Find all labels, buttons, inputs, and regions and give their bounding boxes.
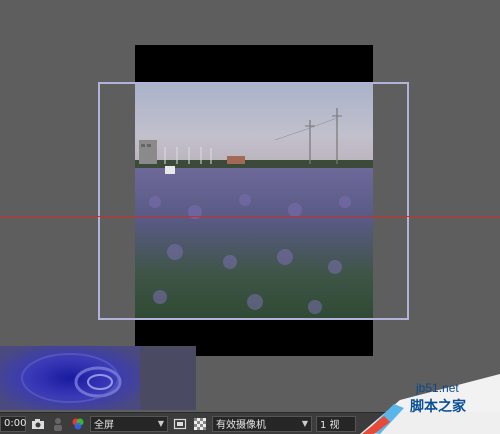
person-icon[interactable] — [50, 416, 66, 432]
region-icon[interactable] — [172, 416, 188, 432]
resolution-dropdown[interactable]: 全屏 ▼ — [90, 415, 168, 432]
watermark-site: jb51.net — [416, 381, 459, 395]
rgb-channels-icon[interactable] — [70, 416, 86, 432]
transparency-grid-icon[interactable] — [192, 416, 208, 432]
camera-dropdown[interactable]: 有效摄像机 ▼ — [212, 415, 312, 432]
timecode-value: 0:00 — [4, 418, 27, 429]
views-dropdown[interactable]: 1 视 — [316, 415, 356, 432]
chevron-down-icon: ▼ — [301, 419, 308, 428]
watermark-name: 脚本之家 — [410, 399, 466, 415]
chevron-down-icon: ▼ — [157, 419, 164, 428]
resolution-value: 全屏 — [94, 420, 114, 431]
timecode-field[interactable]: 0:00 — [0, 415, 27, 432]
camera-value: 有效摄像机 — [216, 420, 266, 431]
horizontal-guide-line[interactable] — [0, 216, 500, 217]
layer-bounding-box[interactable] — [98, 82, 409, 320]
composition-viewer[interactable] — [0, 0, 500, 412]
site-watermark: jb51.net 脚本之家 — [360, 364, 500, 434]
camera-icon[interactable] — [30, 416, 46, 432]
swirl-texture-preview — [0, 346, 196, 410]
views-value: 1 视 — [320, 420, 340, 431]
